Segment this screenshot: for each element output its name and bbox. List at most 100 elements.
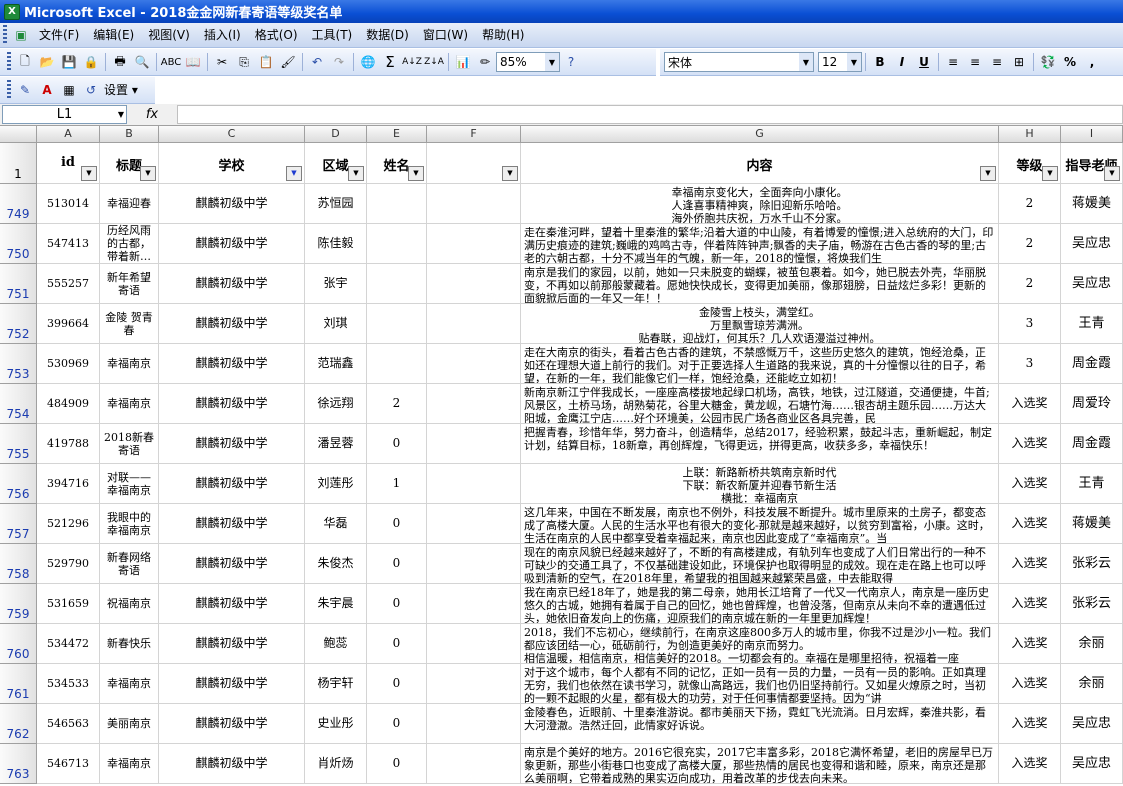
cell-grade[interactable]: 2 <box>999 184 1061 224</box>
row-header[interactable]: 756 <box>0 464 37 504</box>
cell-grade[interactable]: 入选奖 <box>999 424 1061 464</box>
cell-school[interactable]: 麒麟初级中学 <box>159 624 305 664</box>
header-cell-blank[interactable]: ▼ <box>427 143 521 184</box>
cell-content[interactable]: 幸福南京变化大，全面奔向小康化。 人逢喜事精神爽，除旧迎新乐哈哈。 海外侨胞共庆… <box>521 184 999 224</box>
chevron-down-icon[interactable]: ▼ <box>118 110 124 119</box>
cell-e[interactable] <box>367 264 427 304</box>
cell-district[interactable]: 刘莲彤 <box>305 464 367 504</box>
cell-e[interactable] <box>367 184 427 224</box>
align-left-icon[interactable]: ≡ <box>943 52 963 72</box>
chevron-down-icon[interactable]: ▼ <box>545 53 559 71</box>
cell-id[interactable]: 394716 <box>37 464 100 504</box>
row-header[interactable]: 752 <box>0 304 37 344</box>
column-header-d[interactable]: D <box>305 126 367 143</box>
cell-school[interactable]: 麒麟初级中学 <box>159 664 305 704</box>
drawing-icon[interactable]: ✏ <box>475 52 495 72</box>
cell-school[interactable]: 麒麟初级中学 <box>159 704 305 744</box>
cell-e[interactable]: 1 <box>367 464 427 504</box>
toolbar-grip-icon[interactable] <box>7 80 11 100</box>
filter-dropdown-icon[interactable]: ▼ <box>980 166 996 181</box>
cell-e[interactable]: 0 <box>367 704 427 744</box>
column-header-e[interactable]: E <box>367 126 427 143</box>
cell-id[interactable]: 534533 <box>37 664 100 704</box>
print-preview-icon[interactable]: 🔍 <box>132 52 152 72</box>
cell-district[interactable]: 肖炘炀 <box>305 744 367 784</box>
align-right-icon[interactable]: ≡ <box>987 52 1007 72</box>
cell-content[interactable]: 南京是我们的家园，以前，她如一只未脱变的蝴蝶，被茧包裹着。如今，她已脱去外壳，华… <box>521 264 999 304</box>
cell-school[interactable]: 麒麟初级中学 <box>159 264 305 304</box>
spelling-icon[interactable]: ABC <box>161 52 182 72</box>
hyperlink-icon[interactable]: 🌐 <box>358 52 378 72</box>
cell-content[interactable]: 走在大南京的街头，看着古色古香的建筑，不禁感慨万千，这些历史悠久的建筑，饱经沧桑… <box>521 344 999 384</box>
cell-grade[interactable]: 入选奖 <box>999 704 1061 744</box>
cell-district[interactable]: 华磊 <box>305 504 367 544</box>
cell-school[interactable]: 麒麟初级中学 <box>159 304 305 344</box>
cell-teacher[interactable]: 蒋媛美 <box>1061 504 1123 544</box>
cell-title[interactable]: 历经风雨的古都，带着新… <box>100 224 159 264</box>
cell-e[interactable] <box>367 304 427 344</box>
cell-f[interactable] <box>427 344 521 384</box>
cell-district[interactable]: 张宇 <box>305 264 367 304</box>
filter-dropdown-icon[interactable]: ▼ <box>408 166 424 181</box>
cell-teacher[interactable]: 蒋媛美 <box>1061 184 1123 224</box>
cell-e[interactable]: 2 <box>367 384 427 424</box>
column-header-b[interactable]: B <box>100 126 159 143</box>
open-icon[interactable]: 📂 <box>37 52 57 72</box>
cell-id[interactable]: 531659 <box>37 584 100 624</box>
row-header[interactable]: 759 <box>0 584 37 624</box>
menu-edit[interactable]: 编辑(E) <box>86 25 141 45</box>
paste-icon[interactable]: 📋 <box>256 52 276 72</box>
cell-f[interactable] <box>427 304 521 344</box>
cell-teacher[interactable]: 张彩云 <box>1061 544 1123 584</box>
cell-title[interactable]: 新年希望寄语 <box>100 264 159 304</box>
cell-e[interactable]: 0 <box>367 544 427 584</box>
cell-content[interactable]: 走在秦淮河畔，望着十里秦淮的繁华;沿着大道的中山陵，有着博爱的憧憬;进入总统府的… <box>521 224 999 264</box>
cell-title[interactable]: 幸福南京 <box>100 744 159 784</box>
cell-id[interactable]: 521296 <box>37 504 100 544</box>
cell-grade[interactable]: 3 <box>999 344 1061 384</box>
cell-title[interactable]: 幸福南京 <box>100 344 159 384</box>
cell-title[interactable]: 美丽南京 <box>100 704 159 744</box>
cell-teacher[interactable]: 吴应忠 <box>1061 224 1123 264</box>
cell-content[interactable]: 上联：新路新桥共筑南京新时代 下联：新农新厦并迎春节新生活 横批：幸福南京 <box>521 464 999 504</box>
chevron-down-icon[interactable]: ▼ <box>847 53 861 71</box>
row-header[interactable]: 758 <box>0 544 37 584</box>
cell-school[interactable]: 麒麟初级中学 <box>159 584 305 624</box>
row-header[interactable]: 749 <box>0 184 37 224</box>
header-cell-content[interactable]: 内容 ▼ <box>521 143 999 184</box>
cell-f[interactable] <box>427 704 521 744</box>
cell-id[interactable]: 547413 <box>37 224 100 264</box>
column-header-f[interactable]: F <box>427 126 521 143</box>
comma-icon[interactable]: , <box>1082 52 1102 72</box>
permission-icon[interactable]: 🔒 <box>81 52 101 72</box>
menu-data[interactable]: 数据(D) <box>359 25 416 45</box>
tool-icon[interactable]: ✎ <box>15 80 35 100</box>
column-header-c[interactable]: C <box>159 126 305 143</box>
cell-id[interactable]: 484909 <box>37 384 100 424</box>
cell-school[interactable]: 麒麟初级中学 <box>159 544 305 584</box>
cell-f[interactable] <box>427 384 521 424</box>
name-box[interactable]: L1 ▼ <box>2 105 127 124</box>
cell-id[interactable]: 546563 <box>37 704 100 744</box>
cell-district[interactable]: 史业彤 <box>305 704 367 744</box>
filter-dropdown-icon[interactable]: ▼ <box>140 166 156 181</box>
cell-title[interactable]: 新春快乐 <box>100 624 159 664</box>
italic-icon[interactable]: I <box>892 52 912 72</box>
cell-f[interactable] <box>427 584 521 624</box>
menu-format[interactable]: 格式(O) <box>248 25 305 45</box>
copy-icon[interactable]: ⎘ <box>234 52 254 72</box>
row-header[interactable]: 760 <box>0 624 37 664</box>
cell-district[interactable]: 徐远翔 <box>305 384 367 424</box>
font-name-dropdown[interactable]: 宋体 ▼ <box>664 52 814 72</box>
header-cell-name[interactable]: 姓名 ▼ <box>367 143 427 184</box>
cell-content[interactable]: 对于这个城市，每个人都有不同的记忆，正如一员有一员的力量，一员有一员的影响。正如… <box>521 664 999 704</box>
cell-id[interactable]: 555257 <box>37 264 100 304</box>
font-size-dropdown[interactable]: 12 ▼ <box>818 52 862 72</box>
cell-teacher[interactable]: 周金霞 <box>1061 424 1123 464</box>
cell-school[interactable]: 麒麟初级中学 <box>159 224 305 264</box>
cell-id[interactable]: 534472 <box>37 624 100 664</box>
filter-dropdown-icon[interactable]: ▼ <box>502 166 518 181</box>
filter-dropdown-icon[interactable]: ▼ <box>348 166 364 181</box>
cell-school[interactable]: 麒麟初级中学 <box>159 184 305 224</box>
cell-e[interactable]: 0 <box>367 624 427 664</box>
